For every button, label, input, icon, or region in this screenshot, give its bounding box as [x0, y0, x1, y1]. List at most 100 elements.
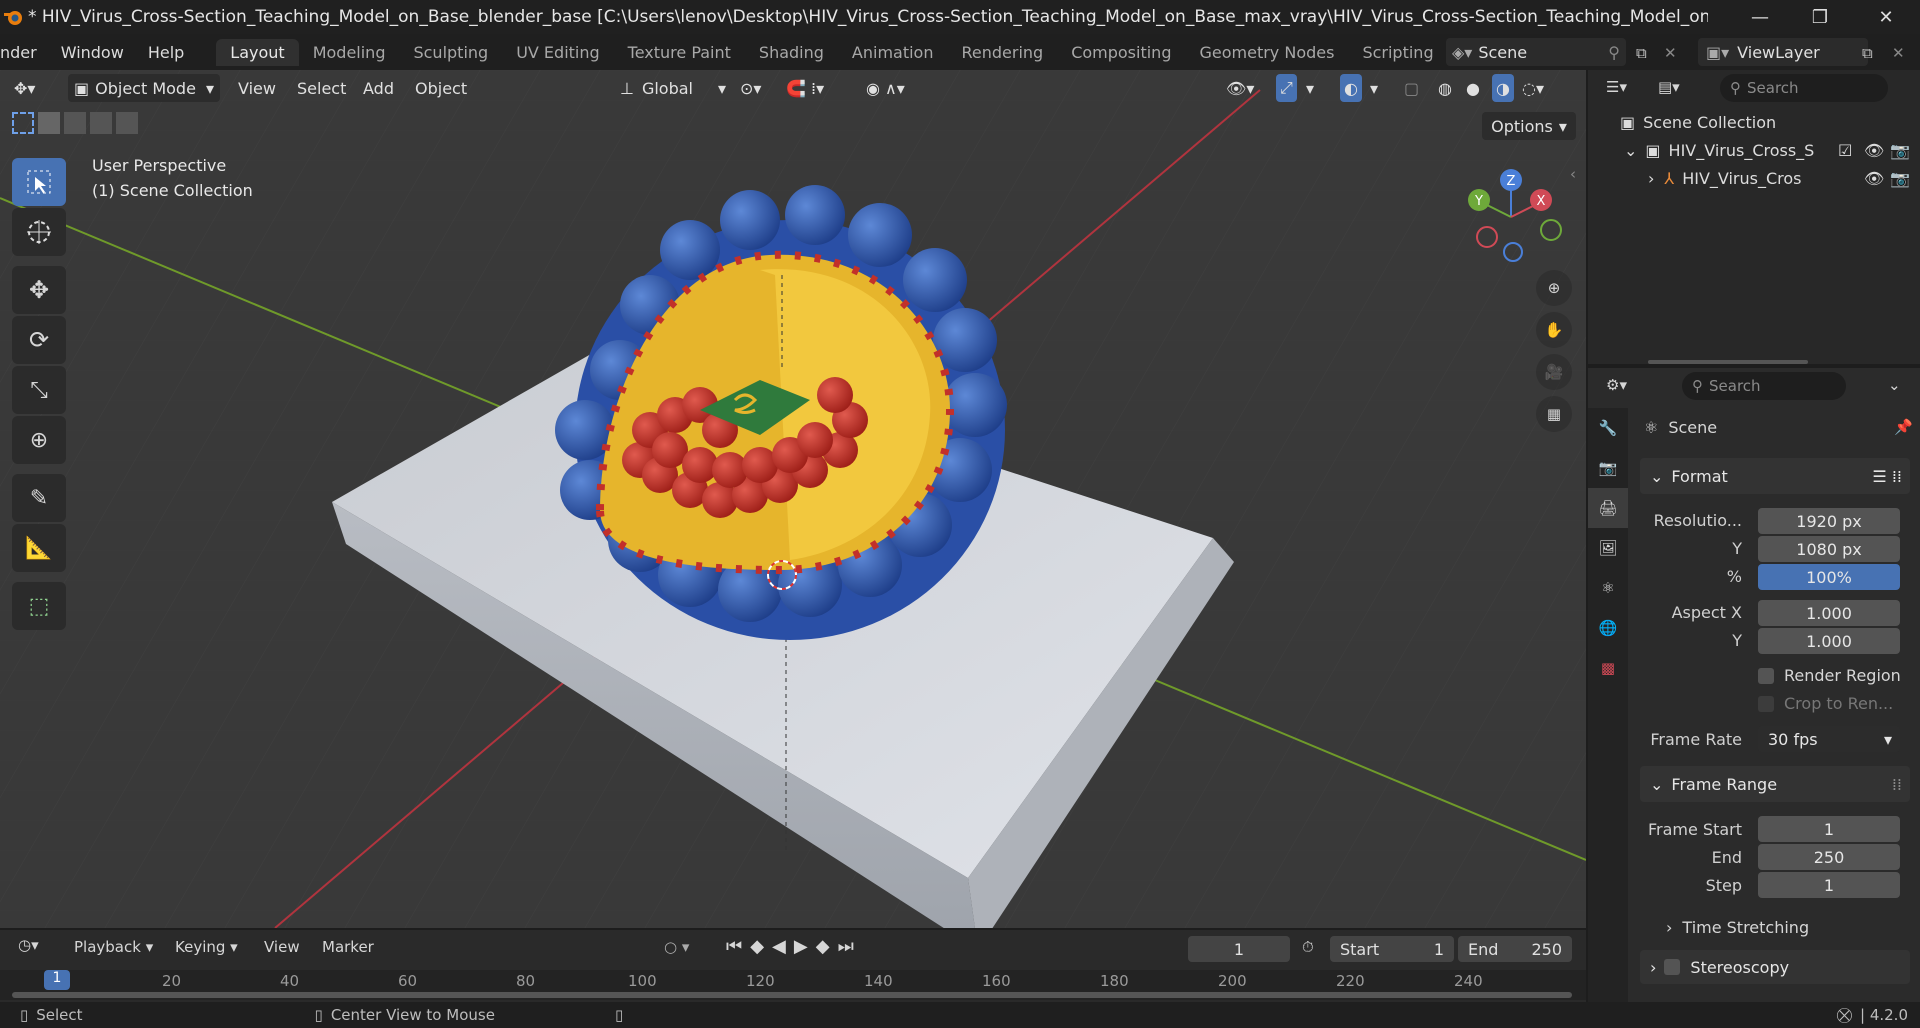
checkbox-icon[interactable]: [1758, 667, 1774, 684]
snap-icon[interactable]: 🧲 ⁞▾: [786, 74, 824, 102]
aspect-y-field[interactable]: 1.000: [1758, 628, 1900, 654]
outliner-object-row[interactable]: › ⅄ HIV_Virus_Cros 👁 📷: [1588, 164, 1920, 192]
close-icon[interactable]: ✕: [1856, 0, 1916, 34]
ortho-grid-icon[interactable]: ▦: [1536, 396, 1572, 432]
outliner-editor-type-icon[interactable]: ☰▾: [1606, 78, 1627, 96]
current-frame-field[interactable]: 1: [1188, 936, 1290, 962]
chevron-down-icon[interactable]: ⌄: [1888, 376, 1901, 394]
frame-end-field[interactable]: 250: [1758, 844, 1900, 870]
delete-viewlayer-icon[interactable]: ✕: [1892, 44, 1905, 62]
presets-list-icon[interactable]: ☰ ⁞⁞: [1872, 467, 1902, 486]
timeline-scrollbar[interactable]: [12, 992, 1572, 998]
format-panel-header[interactable]: ⌄ Format ☰ ⁞⁞: [1640, 458, 1910, 494]
restore-icon[interactable]: ❐: [1790, 0, 1850, 34]
timeline-view-menu[interactable]: View: [264, 938, 300, 956]
texture-tab-icon[interactable]: ▩: [1588, 648, 1628, 688]
select-menu[interactable]: Select: [297, 74, 346, 102]
gizmo-toggle-icon[interactable]: ⤢: [1276, 74, 1297, 102]
play-icon[interactable]: ▶: [794, 936, 816, 957]
keying-menu[interactable]: Keying ▾: [175, 938, 238, 956]
add-cube-tool-icon[interactable]: ⬚: [12, 582, 66, 630]
tab-animation[interactable]: Animation: [838, 39, 948, 66]
tab-texture-paint[interactable]: Texture Paint: [614, 39, 745, 66]
checkbox-icon[interactable]: [1664, 959, 1681, 975]
menu-help[interactable]: Help: [136, 43, 196, 62]
resolution-x-field[interactable]: 1920 px: [1758, 508, 1900, 534]
exclude-checkbox-icon[interactable]: ☑: [1838, 141, 1852, 160]
wireframe-shading-icon[interactable]: ◍: [1438, 74, 1452, 102]
transform-tool-icon[interactable]: ⊕: [12, 416, 66, 464]
playback-menu[interactable]: Playback ▾: [74, 938, 153, 956]
select-box-icon[interactable]: [12, 112, 34, 134]
properties-search-input[interactable]: ⚲ Search: [1682, 372, 1846, 400]
resolution-percent-field[interactable]: 100%: [1758, 564, 1900, 590]
select-tool-icon[interactable]: [12, 158, 66, 206]
world-tab-icon[interactable]: 🌐: [1588, 608, 1628, 648]
editor-type-dropdown[interactable]: ✥▾: [14, 74, 58, 102]
tab-sculpting[interactable]: Sculpting: [399, 39, 502, 66]
end-frame-field[interactable]: End 250: [1458, 936, 1572, 962]
add-menu[interactable]: Add: [363, 74, 394, 102]
checkbox-icon[interactable]: [1758, 695, 1774, 712]
auto-keying-icon[interactable]: ○ ▾: [664, 938, 689, 956]
minimize-icon[interactable]: —: [1730, 0, 1790, 34]
chevron-down-icon[interactable]: ⌄: [1624, 141, 1637, 160]
move-tool-icon[interactable]: ✥: [12, 266, 66, 314]
annotate-tool-icon[interactable]: ✎: [12, 474, 66, 522]
proportional-editing-icon[interactable]: ◉ ∧▾: [866, 74, 905, 102]
new-scene-icon[interactable]: ⧉: [1636, 44, 1647, 62]
chevron-right-icon[interactable]: ›: [1648, 169, 1654, 188]
properties-editor-type-icon[interactable]: ⚙▾: [1606, 376, 1627, 394]
delete-scene-icon[interactable]: ✕: [1664, 44, 1677, 62]
select-invert-icon[interactable]: [90, 112, 112, 134]
view-layer-tab-icon[interactable]: 🖼: [1588, 528, 1628, 568]
tab-shading[interactable]: Shading: [745, 39, 838, 66]
outliner-scrollbar[interactable]: [1648, 360, 1808, 364]
render-tab-icon[interactable]: 📷: [1588, 448, 1628, 488]
sidebar-toggle-icon[interactable]: ‹: [1570, 165, 1576, 183]
tab-compositing[interactable]: Compositing: [1057, 39, 1185, 66]
play-reverse-icon[interactable]: ◀: [772, 936, 794, 957]
display-mode-icon[interactable]: ▤▾: [1658, 78, 1680, 96]
timeline-editor-type-icon[interactable]: ◷▾: [18, 936, 39, 954]
overlay-toggle-icon[interactable]: ◐: [1340, 74, 1362, 102]
eye-icon[interactable]: 👁: [1864, 169, 1884, 188]
tab-modeling[interactable]: Modeling: [299, 39, 400, 66]
measure-tool-icon[interactable]: 📐: [12, 524, 66, 572]
time-stretching-subpanel[interactable]: › Time Stretching: [1666, 918, 1809, 937]
pin-icon[interactable]: 📌: [1894, 418, 1913, 436]
select-subtract-icon[interactable]: [64, 112, 86, 134]
tool-tab-icon[interactable]: 🔧: [1588, 408, 1628, 448]
gizmo-dropdown-icon[interactable]: ▾: [1306, 74, 1314, 102]
render-camera-icon[interactable]: 📷: [1890, 169, 1910, 188]
pan-hand-icon[interactable]: ✋: [1536, 312, 1572, 348]
xray-icon[interactable]: ▢: [1404, 74, 1419, 102]
select-intersect-icon[interactable]: [116, 112, 138, 134]
outliner-collection-row[interactable]: ⌄ ▣ HIV_Virus_Cross_S ☑ 👁 📷: [1588, 136, 1920, 164]
stopwatch-icon[interactable]: ⏱: [1302, 938, 1314, 956]
frame-rate-dropdown[interactable]: 30 fps ▾: [1758, 726, 1900, 752]
cursor-tool-icon[interactable]: [12, 208, 66, 256]
render-camera-icon[interactable]: 📷: [1890, 141, 1910, 160]
scale-tool-icon[interactable]: ⤡: [12, 366, 66, 414]
prev-keyframe-icon[interactable]: ◆: [750, 936, 772, 957]
visibility-icon[interactable]: 👁▾: [1226, 74, 1254, 102]
tab-uv-editing[interactable]: UV Editing: [502, 39, 613, 66]
frame-range-panel-header[interactable]: ⌄ Frame Range ⁞⁞: [1640, 766, 1910, 802]
timeline-ruler[interactable]: 1 20 40 60 80 100 120 140 160 180 200 22…: [0, 970, 1586, 1000]
object-mode-dropdown[interactable]: ▣ Object Mode ▾: [68, 74, 220, 102]
tab-scripting[interactable]: Scripting: [1348, 39, 1447, 66]
playhead[interactable]: 1: [44, 970, 70, 990]
scene-selector[interactable]: ◈▾ Scene ⚲: [1446, 38, 1626, 66]
output-tab-icon[interactable]: 🖨: [1588, 488, 1628, 528]
menu-render[interactable]: nder: [0, 43, 49, 62]
eye-icon[interactable]: 👁: [1864, 141, 1884, 160]
drag-handle-icon[interactable]: ⁞⁞: [1892, 775, 1902, 794]
view-menu[interactable]: View: [238, 74, 276, 102]
crop-checkbox[interactable]: Crop to Ren...: [1758, 694, 1893, 713]
select-extend-icon[interactable]: [38, 112, 60, 134]
jump-end-icon[interactable]: ⏭: [838, 936, 862, 957]
frame-start-field[interactable]: 1: [1758, 816, 1900, 842]
overlay-dropdown-icon[interactable]: ▾: [1370, 74, 1378, 102]
viewlayer-selector[interactable]: ▣▾ ViewLayer: [1698, 38, 1868, 66]
